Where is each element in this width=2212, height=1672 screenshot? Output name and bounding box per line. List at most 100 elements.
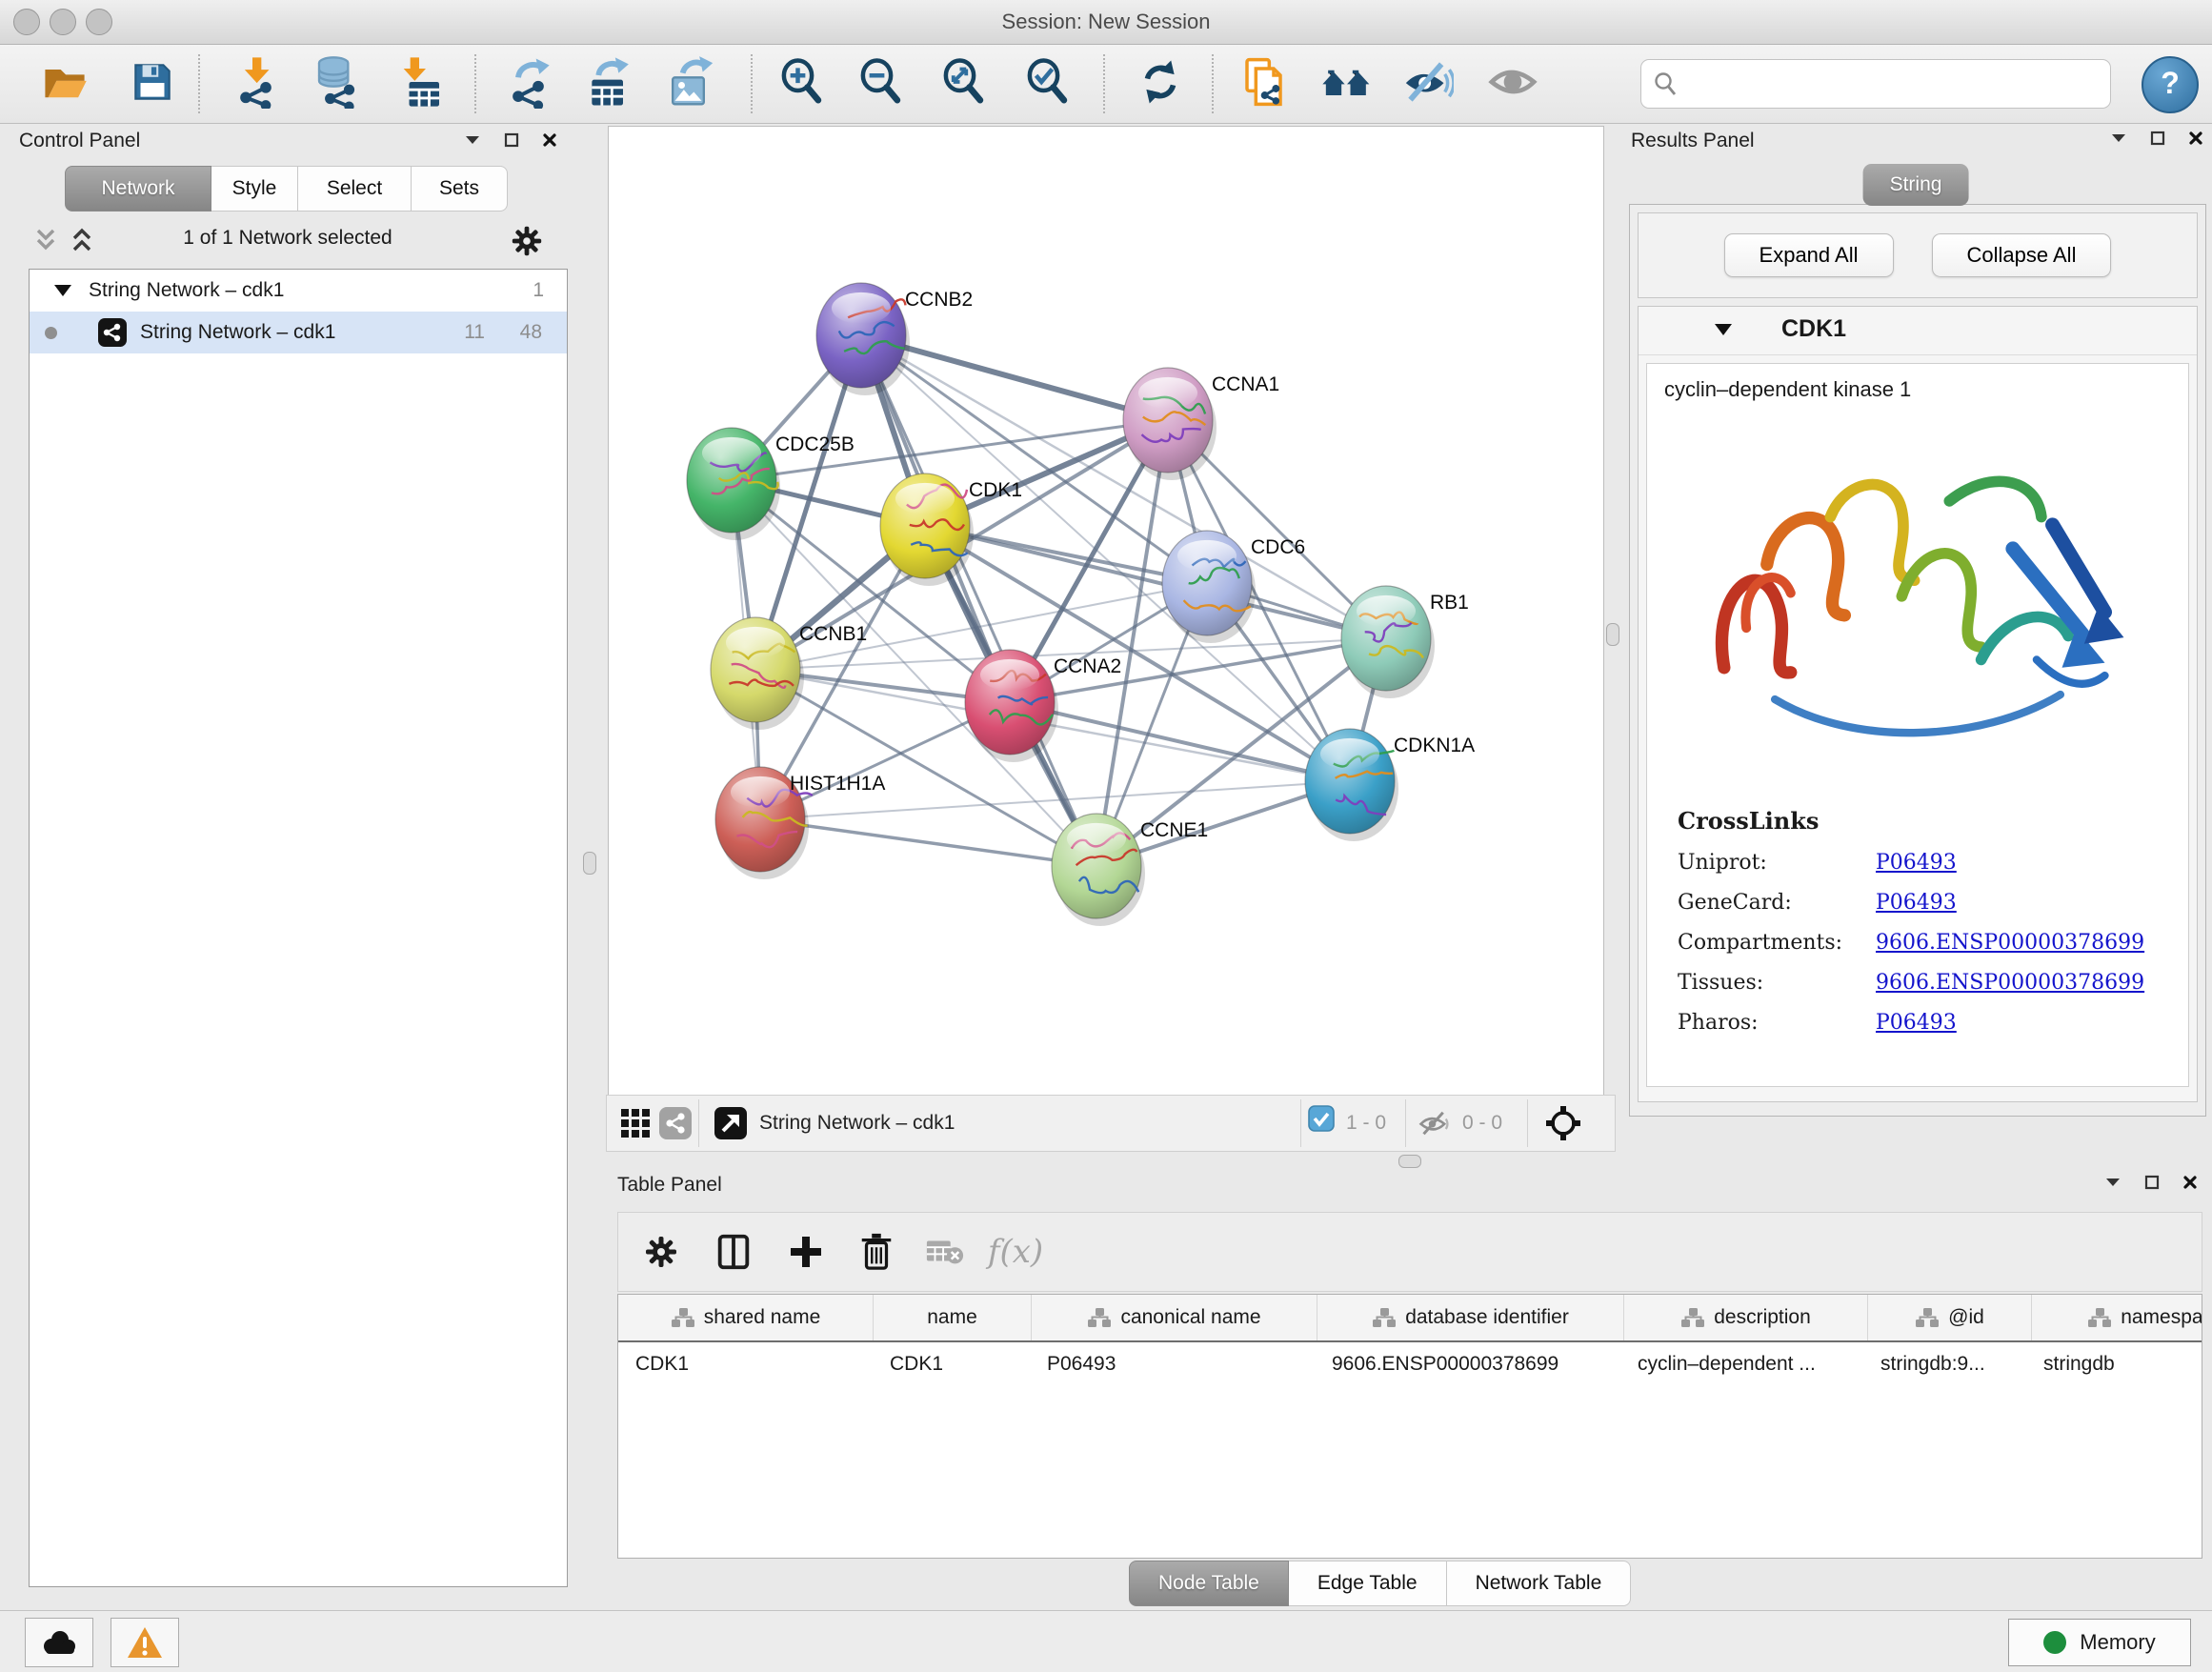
network-edge-HIST1H1A-CCNE1[interactable]: [760, 819, 1096, 866]
network-collection-row[interactable]: String Network – cdk1 1: [30, 270, 567, 312]
float-window-icon[interactable]: [2143, 1174, 2161, 1191]
table-cell[interactable]: CDK1: [618, 1342, 873, 1386]
float-window-icon[interactable]: [2149, 130, 2166, 147]
grid-icon: [619, 1107, 652, 1139]
network-node-CDC6[interactable]: [1162, 531, 1256, 643]
section-collapse-icon[interactable]: [1715, 324, 1732, 335]
export-image-button[interactable]: [661, 54, 722, 113]
network-node-RB1[interactable]: [1341, 586, 1435, 698]
network-node-CCNB2[interactable]: [816, 283, 910, 395]
network-options-gear-icon[interactable]: [509, 223, 545, 259]
hide-selected-button[interactable]: [1397, 54, 1458, 113]
tab-sets[interactable]: Sets: [412, 166, 508, 212]
float-window-icon[interactable]: [503, 131, 520, 149]
network-node-CCNB1[interactable]: [711, 617, 804, 730]
column-header--id[interactable]: @id: [1868, 1295, 2032, 1340]
tab-network-table[interactable]: Network Table: [1447, 1561, 1632, 1606]
zoom-selected-button[interactable]: [1017, 54, 1078, 113]
import-network-icon: [232, 55, 286, 113]
network-view-toggle-button[interactable]: [654, 1102, 696, 1144]
network-edge-CCNB2-CCNE1[interactable]: [861, 335, 1096, 866]
table-cell[interactable]: P06493: [1030, 1342, 1315, 1386]
search-input[interactable]: [1689, 64, 2102, 104]
zoom-out-button[interactable]: [851, 54, 912, 113]
column-header-database-identifier[interactable]: database identifier: [1317, 1295, 1624, 1340]
close-panel-icon[interactable]: [541, 131, 558, 149]
tab-edge-table[interactable]: Edge Table: [1289, 1561, 1447, 1606]
delete-column-button[interactable]: [853, 1228, 900, 1276]
network-row-selected[interactable]: String Network – cdk1 11 48: [30, 312, 567, 353]
close-panel-icon[interactable]: [2182, 1174, 2199, 1191]
grid-view-button[interactable]: [614, 1102, 656, 1144]
memory-button[interactable]: Memory: [2008, 1619, 2191, 1666]
network-node-CCNA1[interactable]: [1123, 368, 1217, 480]
left-splitter-handle[interactable]: [583, 852, 596, 875]
table-cell[interactable]: stringdb: [2026, 1342, 2202, 1386]
cloud-status-button[interactable]: [25, 1618, 93, 1667]
export-network-button[interactable]: [501, 54, 562, 113]
network-node-CDKN1A[interactable]: [1305, 729, 1398, 841]
help-button[interactable]: ?: [2142, 56, 2199, 113]
import-network-file-button[interactable]: [229, 54, 290, 113]
table-cell[interactable]: CDK1: [873, 1342, 1030, 1386]
tab-network[interactable]: Network: [65, 166, 211, 212]
expand-all-button[interactable]: Expand All: [1724, 233, 1894, 277]
table-options-button[interactable]: [637, 1228, 685, 1276]
collection-expand-icon[interactable]: [54, 285, 71, 296]
save-session-button[interactable]: [122, 54, 183, 113]
network-node-CCNE1[interactable]: [1052, 814, 1145, 926]
panel-menu-icon[interactable]: [2104, 1174, 2122, 1191]
open-session-button[interactable]: [34, 54, 95, 113]
network-canvas[interactable]: CCNB2CCNA1CDC25BCDK1CDC6RB1CCNB1CCNA2CDK…: [608, 126, 1604, 1096]
horizontal-splitter-handle[interactable]: [1398, 1155, 1421, 1168]
detach-view-button[interactable]: [710, 1102, 752, 1144]
tab-node-table[interactable]: Node Table: [1129, 1561, 1289, 1606]
network-node-CDK1[interactable]: [880, 473, 974, 586]
warnings-button[interactable]: [111, 1618, 179, 1667]
zoom-in-button[interactable]: [772, 54, 833, 113]
table-cell[interactable]: stringdb:9...: [1863, 1342, 2026, 1386]
add-column-button[interactable]: [782, 1228, 830, 1276]
column-header-name[interactable]: name: [874, 1295, 1032, 1340]
zoom-fit-button[interactable]: [934, 54, 995, 113]
column-header-canonical-name[interactable]: canonical name: [1032, 1295, 1317, 1340]
center-view-button[interactable]: [1542, 1102, 1584, 1144]
function-builder-button[interactable]: f(x): [992, 1228, 1039, 1276]
panel-menu-icon[interactable]: [2110, 130, 2127, 147]
protein-section-header[interactable]: CDK1: [1639, 307, 2197, 355]
show-all-button[interactable]: [1482, 54, 1543, 113]
export-table-button[interactable]: [579, 54, 640, 113]
crosslink-value-link[interactable]: P06493: [1876, 851, 1957, 875]
crosslink-value-link[interactable]: P06493: [1876, 891, 1957, 915]
import-network-database-button[interactable]: [309, 54, 370, 113]
column-header-description[interactable]: description: [1624, 1295, 1868, 1340]
crosslink-value-link[interactable]: 9606.ENSP00000378699: [1876, 931, 2144, 955]
right-splitter-handle[interactable]: [1606, 623, 1619, 646]
import-table-file-button[interactable]: [389, 54, 450, 113]
node-label-CCNA1: CCNA1: [1212, 373, 1279, 395]
column-header-shared-name[interactable]: shared name: [618, 1295, 874, 1340]
table-cell[interactable]: 9606.ENSP00000378699: [1315, 1342, 1620, 1386]
collapse-all-button[interactable]: Collapse All: [1932, 233, 2112, 277]
close-panel-icon[interactable]: [2187, 130, 2204, 147]
panel-menu-icon[interactable]: [464, 131, 481, 149]
home-views-button[interactable]: [1317, 54, 1377, 113]
clone-network-button[interactable]: [1237, 54, 1297, 113]
show-columns-button[interactable]: [710, 1228, 757, 1276]
crosslink-value-link[interactable]: 9606.ENSP00000378699: [1876, 971, 2144, 995]
refresh-button[interactable]: [1130, 54, 1191, 113]
tab-string[interactable]: String: [1863, 164, 1969, 206]
delete-table-button[interactable]: [921, 1228, 969, 1276]
tab-select[interactable]: Select: [298, 166, 412, 212]
table-row[interactable]: CDK1CDK1P064939606.ENSP00000378699cyclin…: [618, 1342, 2202, 1386]
network-edge-CDK1-RB1[interactable]: [925, 526, 1386, 638]
crosslink-value-link[interactable]: P06493: [1876, 1011, 1957, 1035]
network-node-CDC25B[interactable]: [687, 428, 780, 540]
tab-style[interactable]: Style: [211, 166, 298, 212]
selected-count-checkbox[interactable]: [1308, 1105, 1335, 1132]
hidden-count-button[interactable]: [1413, 1102, 1455, 1144]
table-cell[interactable]: cyclin–dependent ...: [1620, 1342, 1863, 1386]
network-node-CCNA2[interactable]: [965, 650, 1058, 762]
network-edge-CCNA2-CDKN1A[interactable]: [1010, 702, 1350, 781]
column-header-namespace[interactable]: namespace: [2032, 1295, 2202, 1340]
